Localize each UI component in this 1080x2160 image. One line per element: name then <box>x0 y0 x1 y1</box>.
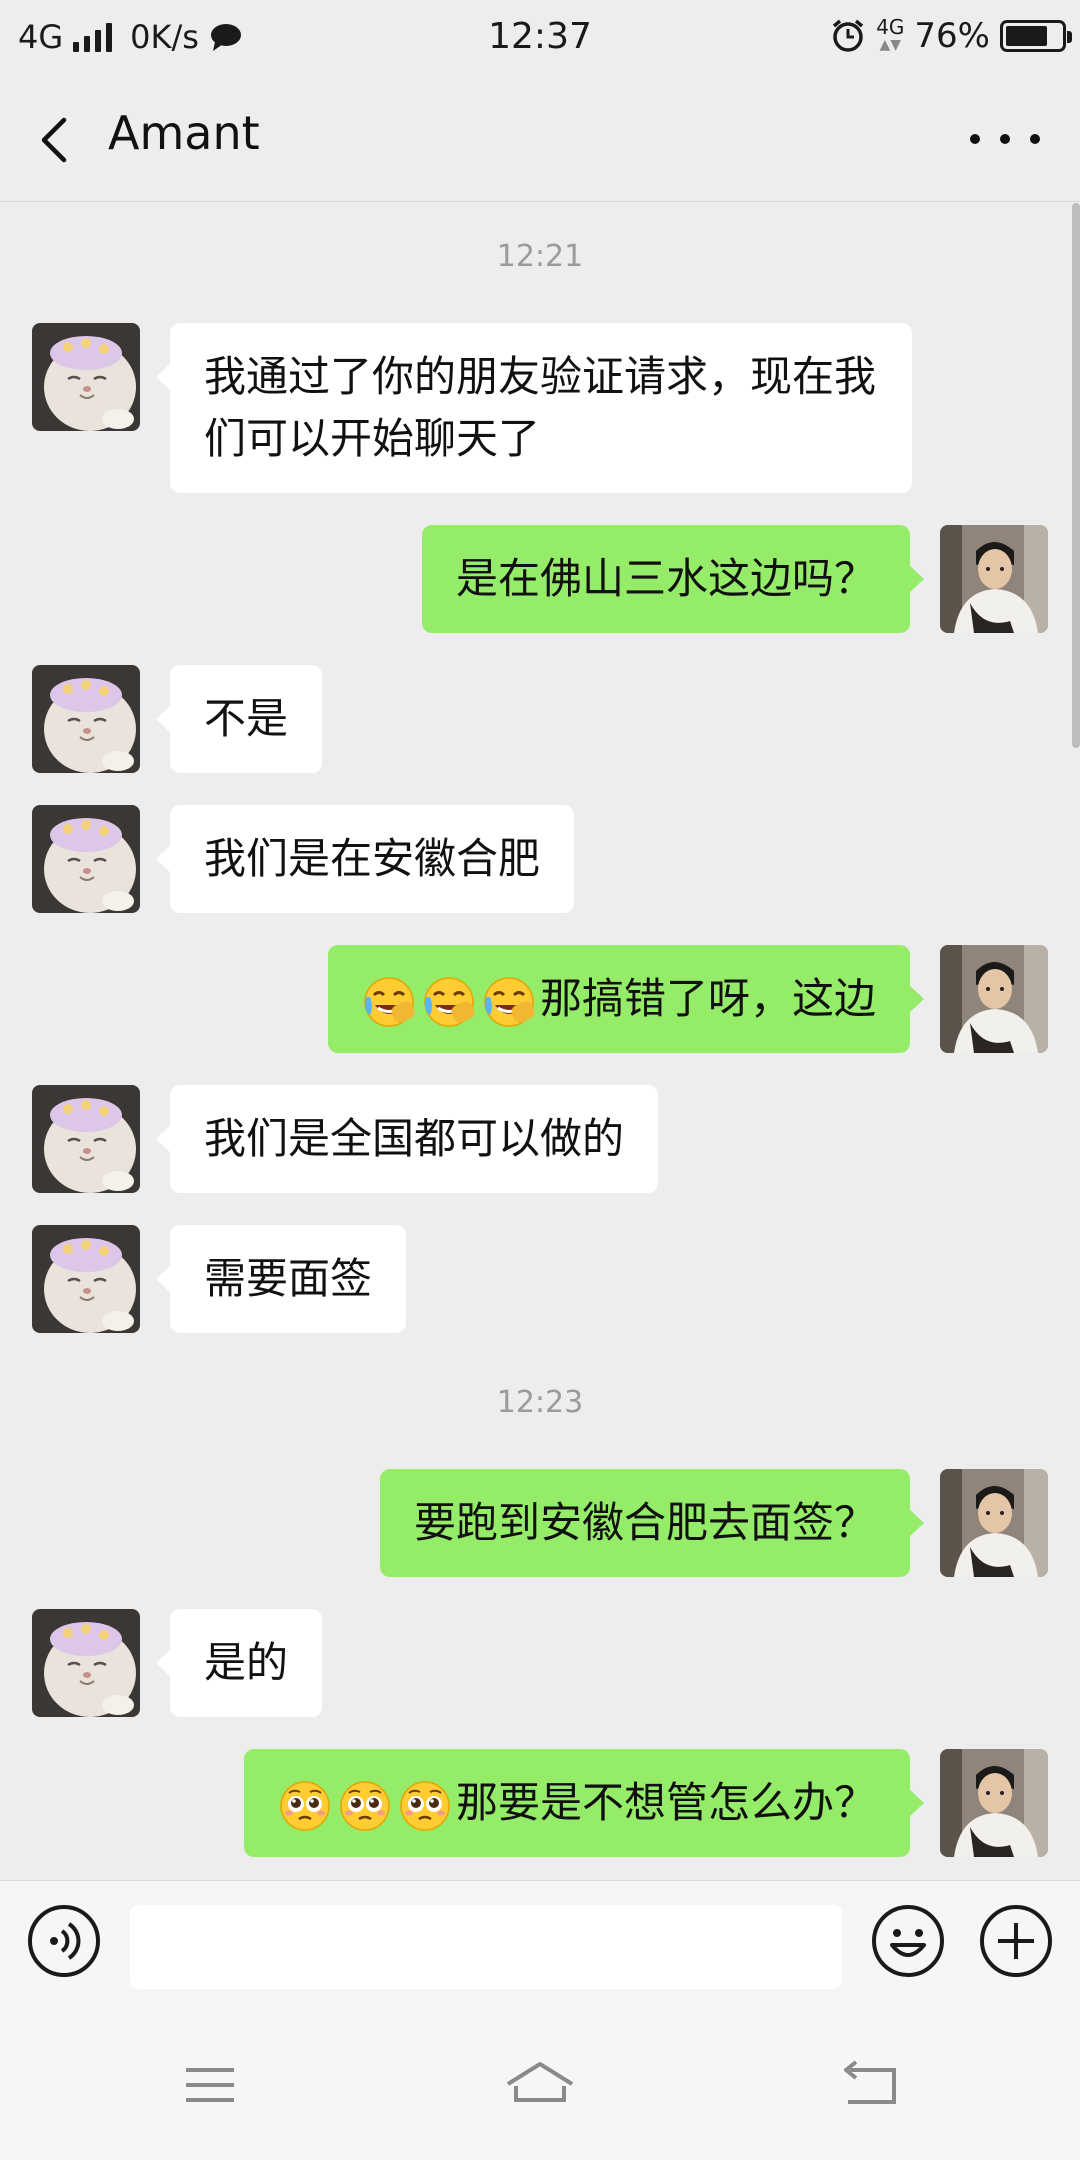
back-nav-button[interactable] <box>820 2050 920 2120</box>
contact-avatar[interactable] <box>32 665 140 773</box>
my-avatar[interactable] <box>940 525 1048 633</box>
my-avatar[interactable] <box>940 1749 1048 1857</box>
laugh-cry-emoji-icon <box>484 976 535 1027</box>
incoming-message[interactable]: 是的 <box>155 1609 323 1717</box>
more-dot-icon <box>1030 134 1040 144</box>
voice-input-button[interactable] <box>26 1903 102 1979</box>
contact-avatar-image <box>32 1609 140 1717</box>
outgoing-message[interactable]: 要跑到安徽合肥去面签？ <box>379 1469 925 1577</box>
my-avatar[interactable] <box>940 1469 1048 1577</box>
status-bar: 4G 0K/s 12:37 4G ▲▼ 76% <box>0 0 1080 76</box>
chat-message-list[interactable]: 12:21 我通过了你的朋友验证请求，现在我们可以开始聊天了 是在佛山三水这边吗… <box>0 203 1080 1880</box>
my-avatar-image <box>940 945 1048 1053</box>
my-avatar-image <box>940 525 1048 633</box>
contact-avatar[interactable] <box>32 1225 140 1333</box>
home-button[interactable] <box>490 2050 590 2120</box>
laugh-cry-emoji-icon <box>424 976 475 1027</box>
voice-icon <box>28 1905 100 1977</box>
message-text: 那搞错了呀，这边 <box>539 974 876 1023</box>
emoji-group <box>362 975 536 1029</box>
more-dot-icon <box>970 134 980 144</box>
outgoing-message[interactable]: 是在佛山三水这边吗？ <box>421 525 925 633</box>
contact-avatar[interactable] <box>32 805 140 913</box>
message-timestamp: 12:23 <box>496 1385 584 1420</box>
message-text: 那要是不想管怎么办？ <box>455 1778 876 1827</box>
status-right: 4G ▲▼ 76% <box>830 15 1072 56</box>
battery-icon <box>1000 20 1072 52</box>
incoming-message[interactable]: 不是 <box>155 665 323 773</box>
more-functions-button[interactable] <box>978 1903 1054 1979</box>
contact-avatar[interactable] <box>32 1085 140 1193</box>
pleading-emoji-icon <box>340 1780 390 1831</box>
contact-avatar-image <box>32 1225 140 1333</box>
my-avatar-image <box>940 1749 1048 1857</box>
recent-apps-button[interactable] <box>160 2050 260 2120</box>
my-avatar-image <box>940 1469 1048 1577</box>
emoji-group <box>278 1779 452 1833</box>
contact-avatar-image <box>32 805 140 913</box>
incoming-message[interactable]: 我通过了你的朋友验证请求，现在我们可以开始聊天了 <box>156 323 912 493</box>
system-navigation-bar <box>0 2010 1080 2160</box>
chevron-left-icon <box>41 117 67 163</box>
message-input[interactable] <box>130 1905 842 1989</box>
battery-percent: 76% <box>914 16 990 56</box>
scrollbar[interactable] <box>1072 203 1080 748</box>
message-timestamp: 12:21 <box>496 239 584 274</box>
incoming-message[interactable]: 需要面签 <box>155 1225 407 1333</box>
contact-avatar-image <box>32 323 140 431</box>
pleading-emoji-icon <box>400 1780 450 1831</box>
my-avatar[interactable] <box>940 945 1048 1053</box>
chat-header: Amant <box>0 76 1080 202</box>
contact-avatar-image <box>32 665 140 773</box>
laugh-cry-emoji-icon <box>364 976 415 1027</box>
chat-title: Amant <box>108 106 260 160</box>
data-indicator: 4G ▲▼ <box>876 15 905 54</box>
more-dot-icon <box>1000 134 1010 144</box>
incoming-message[interactable]: 我们是全国都可以做的 <box>155 1085 659 1193</box>
return-icon <box>844 2060 896 2104</box>
input-bar <box>0 1880 1080 2010</box>
outgoing-message[interactable]: 那要是不想管怎么办？ <box>243 1749 925 1857</box>
menu-icon <box>186 2068 234 2102</box>
back-button[interactable] <box>28 106 88 172</box>
alarm-clock-icon <box>833 19 864 52</box>
pleading-emoji-icon <box>280 1780 330 1831</box>
outgoing-message[interactable]: 那搞错了呀，这边 <box>327 945 925 1053</box>
contact-avatar[interactable] <box>32 1609 140 1717</box>
plus-icon <box>980 1905 1052 1977</box>
network-type-small: 4G <box>876 15 905 39</box>
battery-fill <box>1006 26 1048 46</box>
contact-avatar-image <box>32 1085 140 1193</box>
contact-avatar[interactable] <box>32 323 140 431</box>
home-icon <box>506 2062 574 2102</box>
more-options-button[interactable] <box>970 114 1040 164</box>
emoji-button[interactable] <box>870 1903 946 1979</box>
incoming-message[interactable]: 我们是在安徽合肥 <box>155 805 575 913</box>
data-arrows-icon: ▲▼ <box>879 37 902 53</box>
smiley-icon <box>872 1905 944 1977</box>
